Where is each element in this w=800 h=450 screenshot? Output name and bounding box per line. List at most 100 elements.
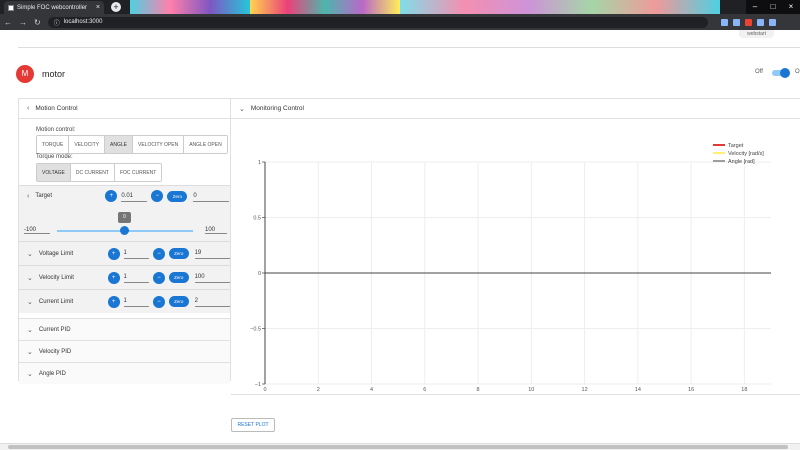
- slider-thumb[interactable]: [120, 226, 129, 235]
- theme-art: [250, 0, 400, 14]
- extension-icon[interactable]: [732, 18, 740, 26]
- scrollbar-thumb[interactable]: [8, 445, 788, 449]
- pid-label: Angle PID: [38, 370, 66, 377]
- zero-button[interactable]: Zero: [167, 190, 188, 202]
- motor-enable-toggle[interactable]: [772, 68, 790, 78]
- motion-velocity-open-button[interactable]: VELOCITY OPEN: [133, 136, 185, 153]
- monitoring-header[interactable]: ⌄ Monitoring Control: [231, 99, 800, 119]
- decrement-button[interactable]: −: [153, 295, 165, 308]
- pid-angle[interactable]: ⌄ Angle PID: [19, 362, 230, 384]
- limit-row-head: ⌄ Current Limit +1− Zero 2: [19, 290, 230, 313]
- torque-foc-current-button[interactable]: FOC CURRENT: [114, 164, 162, 181]
- motion-angle-button[interactable]: ANGLE: [105, 136, 133, 153]
- toggle-knob[interactable]: [780, 68, 790, 78]
- x-tick-label: 8: [477, 387, 480, 393]
- monitoring-chart: 0 2 4 6 8 10 12 14 16 18 1 0.5 0 −0.5 −1 Target Velocity…: [250, 143, 771, 393]
- x-tick-label: 18: [741, 387, 747, 393]
- torque-mode-group: VOLTAGE DC CURRENT FOC CURRENT: [36, 163, 163, 182]
- pid-current[interactable]: ⌄ Current PID: [19, 318, 230, 340]
- minimize-icon[interactable]: –: [746, 0, 764, 14]
- torque-dc-current-button[interactable]: DC CURRENT: [70, 164, 115, 181]
- torque-voltage-button[interactable]: VOLTAGE: [37, 164, 71, 181]
- decrement-button[interactable]: −: [153, 247, 165, 260]
- chevron-down-icon: ⌄: [239, 105, 245, 113]
- pid-label: Current PID: [38, 326, 71, 333]
- limit-row: ⌄ Current Limit +1− Zero 2: [19, 289, 230, 313]
- x-tick-label: 2: [317, 387, 320, 393]
- y-tick-label: −1: [255, 382, 261, 388]
- profile-icon[interactable]: [768, 18, 776, 26]
- chevron-left-icon[interactable]: ‹: [27, 193, 29, 200]
- x-tick-label: 0: [263, 387, 266, 393]
- limit-value-input[interactable]: 2: [194, 296, 230, 307]
- limit-row: ⌄ Voltage Limit +1− Zero 19: [19, 241, 230, 265]
- limit-value-input[interactable]: 19: [194, 248, 230, 259]
- chevron-down-icon[interactable]: ⌄: [27, 250, 33, 258]
- monitoring-title: Monitoring Control: [250, 105, 304, 112]
- extensions-puzzle-icon[interactable]: [756, 18, 764, 26]
- chevron-down-icon: ⌄: [27, 370, 33, 378]
- url-text: localhost:3000: [63, 19, 103, 25]
- increment-button[interactable]: +: [107, 247, 120, 260]
- limit-value-input[interactable]: 100: [194, 272, 230, 283]
- webstart-label: webstart: [739, 30, 774, 38]
- target-step-input[interactable]: 0.01: [121, 191, 148, 202]
- limit-step-input[interactable]: 1: [123, 272, 150, 283]
- motion-control-header[interactable]: ‹ Motion Control: [19, 99, 230, 119]
- slider-max-input[interactable]: 100: [205, 227, 227, 234]
- limit-row-head: ⌄ Velocity Limit +1− Zero 100: [19, 266, 230, 289]
- horizontal-scrollbar[interactable]: [0, 443, 800, 450]
- x-tick-label: 14: [635, 387, 641, 393]
- browser-toolbar: ← → ↻ ⓘ localhost:3000: [0, 14, 800, 30]
- target-row: ‹ Target + 0.01 − Zero 0: [19, 186, 230, 206]
- close-window-icon[interactable]: ×: [782, 0, 800, 14]
- y-tick-label: 0: [258, 271, 261, 277]
- limit-label: Current Limit: [38, 298, 74, 305]
- x-tick-label: 4: [370, 387, 373, 393]
- back-icon[interactable]: ←: [4, 18, 12, 27]
- new-tab-button[interactable]: +: [111, 2, 121, 12]
- target-label: Target: [35, 193, 53, 199]
- maximize-icon[interactable]: □: [764, 0, 782, 14]
- close-tab-icon[interactable]: ×: [96, 4, 100, 11]
- pid-velocity[interactable]: ⌄ Velocity PID: [19, 340, 230, 362]
- chevron-left-icon: ‹: [27, 105, 30, 112]
- motion-mode-group: TORQUE VELOCITY ANGLE VELOCITY OPEN ANGLE OP…: [36, 135, 228, 154]
- increment-button[interactable]: +: [107, 271, 120, 284]
- chevron-down-icon: ⌄: [27, 326, 33, 334]
- decrement-button[interactable]: −: [151, 190, 164, 202]
- slider-min-input[interactable]: -100: [24, 227, 50, 234]
- reset-plot-button[interactable]: RESET PLOT: [231, 418, 275, 432]
- motion-velocity-button[interactable]: VELOCITY: [69, 136, 106, 153]
- increment-button[interactable]: +: [107, 295, 120, 308]
- limit-step-input[interactable]: 1: [123, 248, 150, 259]
- motor-title: motor: [42, 69, 66, 79]
- pid-label: Velocity PID: [38, 348, 72, 355]
- limit-step-input[interactable]: 1: [123, 296, 150, 307]
- motion-angle-open-button[interactable]: ANGLE OPEN: [184, 136, 227, 153]
- limit-row: ⌄ Velocity Limit +1− Zero 100: [19, 265, 230, 289]
- chevron-down-icon[interactable]: ⌄: [27, 274, 33, 282]
- browser-tab[interactable]: Simple FOC webcontroller ×: [4, 1, 104, 14]
- decrement-button[interactable]: −: [153, 271, 165, 284]
- zero-button[interactable]: Zero: [168, 296, 189, 307]
- app-bar-divider: [18, 47, 800, 48]
- address-bar[interactable]: ⓘ localhost:3000: [47, 16, 708, 28]
- increment-button[interactable]: +: [105, 190, 118, 202]
- zero-button[interactable]: Zero: [168, 272, 189, 283]
- chevron-down-icon[interactable]: ⌄: [27, 298, 33, 306]
- target-value-input[interactable]: 0: [193, 191, 230, 202]
- x-tick-label: 10: [528, 387, 534, 393]
- theme-art: [130, 0, 250, 14]
- limit-label: Voltage Limit: [38, 250, 74, 257]
- forward-icon[interactable]: →: [19, 18, 27, 27]
- motion-torque-button[interactable]: TORQUE: [37, 136, 70, 153]
- extension-icon[interactable]: [720, 18, 728, 26]
- favicon-icon: [8, 4, 14, 11]
- reload-icon[interactable]: ↻: [34, 18, 41, 27]
- zero-button[interactable]: Zero: [168, 248, 189, 259]
- extension-icon[interactable]: [744, 18, 752, 26]
- tab-title: Simple FOC webcontroller: [17, 4, 88, 11]
- motion-control-title: Motion Control: [35, 105, 78, 112]
- torque-mode-label: Torque mode:: [36, 154, 73, 160]
